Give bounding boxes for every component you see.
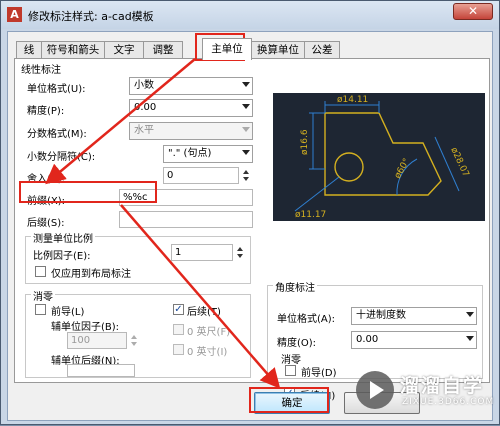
dialog-window: A 修改标注样式: a-cad模板 ✕ 线 符号和箭头 文字 调整 主单位 换算… [0,0,500,425]
watermark: 溜溜自学 ZIXUE.3D66.COM [356,369,496,417]
play-logo-icon [356,371,394,409]
annotation-arrows [45,58,281,389]
watermark-title: 溜溜自学 [400,375,485,397]
watermark-url: ZIXUE.3D66.COM [402,397,495,407]
play-icon [370,381,384,399]
arrow-prefix-to-ok [120,204,281,389]
arrow-tab-to-prefix [45,58,196,185]
tab-primary-units[interactable]: 主单位 [202,38,252,60]
